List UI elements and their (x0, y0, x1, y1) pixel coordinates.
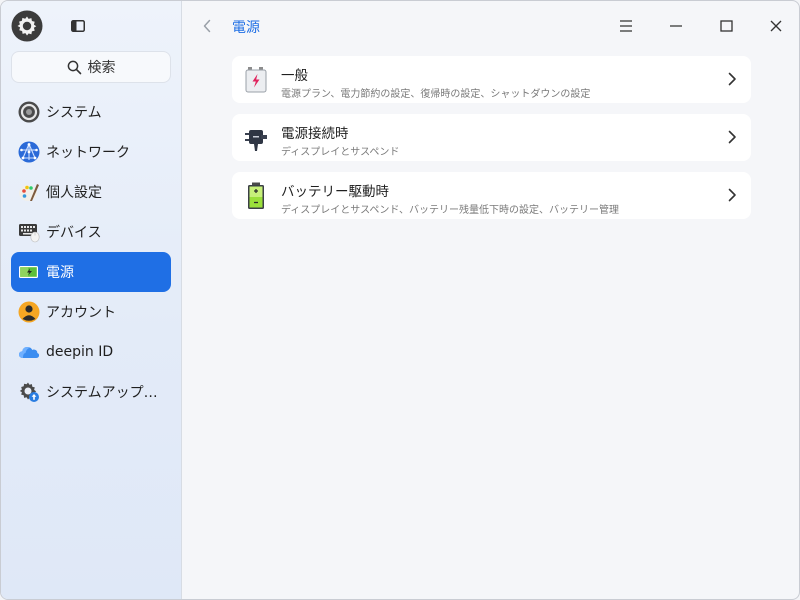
chevron-right-icon (728, 188, 736, 202)
maximize-icon (719, 20, 733, 32)
account-icon (18, 301, 40, 323)
card-title: 一般 (281, 68, 308, 84)
sidebar-toggle-icon (71, 20, 85, 32)
sidebar-item-personalization[interactable]: 個人設定 (11, 172, 171, 212)
maximize-button[interactable] (713, 13, 739, 39)
sidebar-nav: システム ネットワーク 個人設定 デバイス 電源 アカウント deepin ID… (11, 92, 171, 412)
sidebar-item-account[interactable]: アカウント (11, 292, 171, 332)
settings-gear-icon (11, 10, 43, 42)
settings-window: 検索 システム ネットワーク 個人設定 デバイス 電源 アカウント deepin… (0, 0, 800, 600)
close-icon (770, 20, 782, 32)
search-input[interactable]: 検索 (11, 51, 171, 83)
power-settings-list: 一般 電源プラン、電力節約の設定、復帰時の設定、シャットダウンの設定 電源接続時… (232, 56, 751, 230)
battery-icon (244, 182, 268, 210)
minimize-icon (670, 25, 682, 27)
card-subtitle: ディスプレイとサスペンド (281, 147, 400, 158)
plug-icon (244, 124, 268, 152)
cloud-icon (18, 341, 40, 363)
card-subtitle: 電源プラン、電力節約の設定、復帰時の設定、シャットダウンの設定 (281, 89, 591, 100)
titlebar: 電源 (182, 1, 799, 51)
toggle-sidebar-button[interactable] (67, 15, 89, 37)
battery-bolt-icon (244, 66, 268, 94)
search-placeholder: 検索 (87, 60, 116, 76)
card-title: 電源接続時 (281, 126, 349, 142)
chevron-right-icon (728, 72, 736, 86)
system-update-icon (18, 381, 40, 403)
card-title: バッテリー駆動時 (281, 184, 389, 200)
sidebar-item-system-update[interactable]: システムアップ… (11, 372, 171, 412)
menu-button[interactable] (613, 13, 639, 39)
sidebar-item-network[interactable]: ネットワーク (11, 132, 171, 172)
personalization-icon (18, 181, 40, 203)
card-subtitle: ディスプレイとサスペンド、バッテリー残量低下時の設定、バッテリー管理 (281, 205, 619, 216)
chevron-left-icon (203, 19, 211, 33)
sidebar-item-power[interactable]: 電源 (11, 252, 171, 292)
card-on-battery[interactable]: バッテリー駆動時 ディスプレイとサスペンド、バッテリー残量低下時の設定、バッテリ… (232, 172, 751, 219)
sidebar-item-deepin-id[interactable]: deepin ID (11, 332, 171, 372)
search-icon (67, 60, 81, 74)
power-icon (18, 261, 40, 283)
chevron-right-icon (728, 130, 736, 144)
sidebar: 検索 システム ネットワーク 個人設定 デバイス 電源 アカウント deepin… (1, 1, 182, 599)
sidebar-item-devices[interactable]: デバイス (11, 212, 171, 252)
page-title: 電源 (232, 20, 260, 36)
network-icon (18, 141, 40, 163)
close-button[interactable] (763, 13, 789, 39)
card-plugged-in[interactable]: 電源接続時 ディスプレイとサスペンド (232, 114, 751, 161)
system-icon (18, 101, 40, 123)
hamburger-menu-icon (620, 20, 632, 32)
devices-icon (18, 221, 40, 243)
back-button[interactable] (196, 15, 218, 37)
card-general[interactable]: 一般 電源プラン、電力節約の設定、復帰時の設定、シャットダウンの設定 (232, 56, 751, 103)
sidebar-item-system[interactable]: システム (11, 92, 171, 132)
minimize-button[interactable] (663, 13, 689, 39)
